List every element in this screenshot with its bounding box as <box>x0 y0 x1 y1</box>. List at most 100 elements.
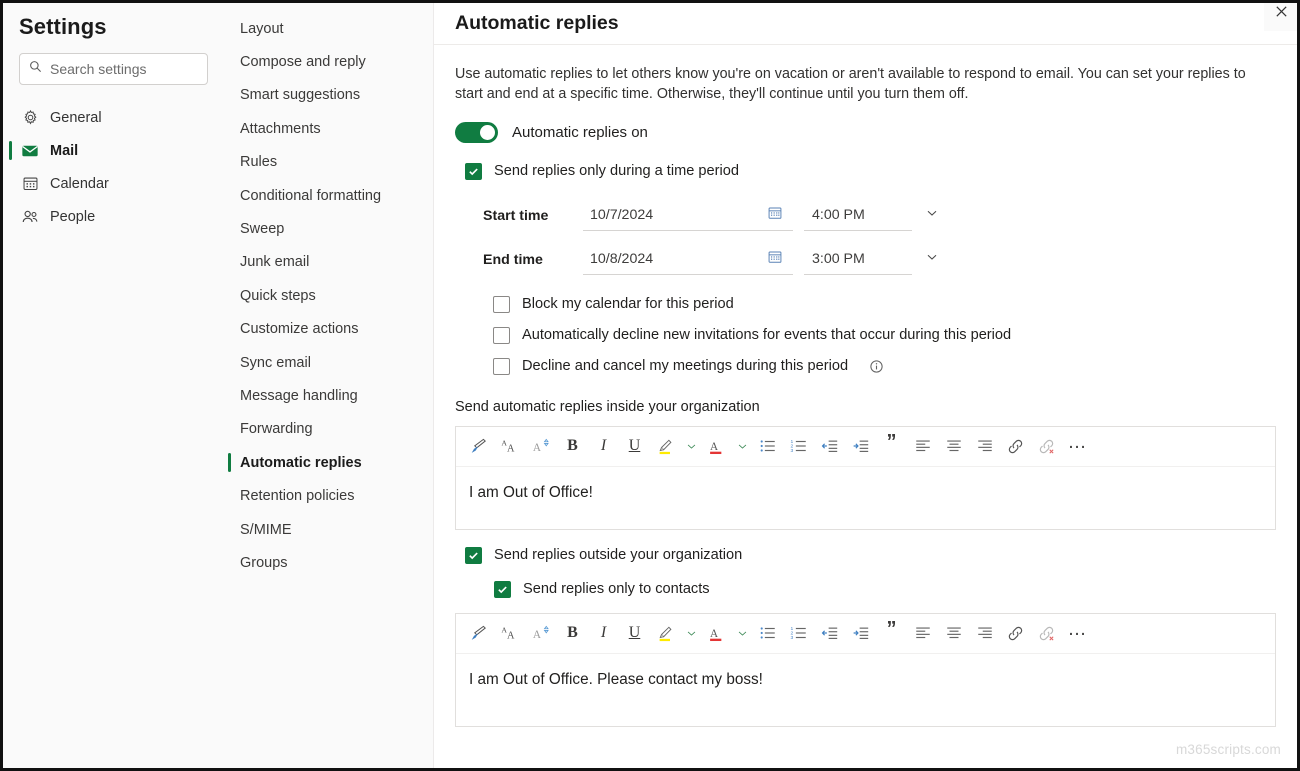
align-left-icon[interactable] <box>907 618 938 649</box>
chevron-down-icon[interactable] <box>925 206 939 225</box>
decline-cancel-checkbox[interactable] <box>493 357 510 375</box>
increase-indent-icon[interactable] <box>845 618 876 649</box>
increase-indent-icon[interactable] <box>845 431 876 462</box>
italic-button[interactable]: I <box>588 618 619 649</box>
bold-button[interactable]: B <box>557 618 588 649</box>
outside-editor-toolbar: A A A B I U A 1 2 3 ” … <box>456 614 1275 654</box>
sidebar-item-people[interactable]: People <box>3 200 224 233</box>
subnav-item-automatic-replies[interactable]: Automatic replies <box>224 446 433 479</box>
highlight-icon[interactable] <box>650 618 681 649</box>
sidebar-item-calendar[interactable]: Calendar <box>3 167 224 200</box>
insert-link-icon[interactable] <box>1000 431 1031 462</box>
subnav-item-compose-and-reply[interactable]: Compose and reply <box>224 45 433 78</box>
align-center-icon[interactable] <box>938 618 969 649</box>
block-calendar-checkbox[interactable] <box>493 295 510 313</box>
remove-link-icon[interactable] <box>1031 431 1062 462</box>
font-color-icon[interactable]: A <box>701 431 732 462</box>
close-button[interactable] <box>1264 3 1297 31</box>
svg-text:A: A <box>507 630 515 641</box>
calendar-icon[interactable] <box>767 249 783 270</box>
subnav-item-attachments[interactable]: Attachments <box>224 112 433 145</box>
more-options-icon[interactable]: … <box>1062 618 1093 649</box>
remove-link-icon[interactable] <box>1031 618 1062 649</box>
chevron-down-icon[interactable] <box>732 431 752 462</box>
search-input[interactable] <box>50 61 198 77</box>
bulleted-list-icon[interactable] <box>752 618 783 649</box>
subnav-item-sync-email[interactable]: Sync email <box>224 346 433 379</box>
bulleted-list-icon[interactable] <box>752 431 783 462</box>
font-grow-icon[interactable]: A <box>526 618 557 649</box>
subnav-item-message-handling[interactable]: Message handling <box>224 379 433 412</box>
insert-link-icon[interactable] <box>1000 618 1031 649</box>
decrease-indent-icon[interactable] <box>814 431 845 462</box>
end-time-input[interactable]: 3:00 PM <box>804 245 912 275</box>
quote-icon[interactable]: ” <box>876 618 907 649</box>
subnav-item-sweep[interactable]: Sweep <box>224 212 433 245</box>
italic-button[interactable]: I <box>588 431 619 462</box>
svg-text:3: 3 <box>790 448 793 454</box>
contacts-only-checkbox[interactable] <box>494 580 511 598</box>
format-painter-icon[interactable] <box>464 618 495 649</box>
font-grow-icon[interactable]: A <box>526 431 557 462</box>
inside-org-editor-body[interactable]: I am Out of Office! <box>456 467 1275 529</box>
align-left-icon[interactable] <box>907 431 938 462</box>
highlight-icon[interactable] <box>650 431 681 462</box>
align-center-icon[interactable] <box>938 431 969 462</box>
subnav-item-rules[interactable]: Rules <box>224 146 433 179</box>
numbered-list-icon[interactable]: 123 <box>783 431 814 462</box>
chevron-down-icon[interactable] <box>925 250 939 269</box>
start-time-label: Start time <box>483 207 549 224</box>
subnav-label: Junk email <box>240 254 310 271</box>
time-period-checkbox[interactable] <box>465 162 482 180</box>
font-size-icon[interactable]: A A <box>495 431 526 462</box>
underline-button[interactable]: U <box>619 431 650 462</box>
subnav-label: Retention policies <box>240 488 355 505</box>
more-options-icon[interactable]: … <box>1062 431 1093 462</box>
start-time-value: 4:00 PM <box>812 207 865 224</box>
decline-cancel-label: Decline and cancel my meetings during th… <box>522 358 849 375</box>
end-date-input[interactable]: 10/8/2024 <box>583 245 793 275</box>
calendar-icon[interactable] <box>767 205 783 226</box>
subnav-item-forwarding[interactable]: Forwarding <box>224 413 433 446</box>
subnav-item-quick-steps[interactable]: Quick steps <box>224 279 433 312</box>
start-time-input[interactable]: 4:00 PM <box>804 201 912 231</box>
start-date-input[interactable]: 10/7/2024 <box>583 201 793 231</box>
subnav-item-smime[interactable]: S/MIME <box>224 513 433 546</box>
quote-icon[interactable]: ” <box>876 431 907 462</box>
svg-text:A: A <box>533 441 542 453</box>
align-right-icon[interactable] <box>969 431 1000 462</box>
outside-org-checkbox[interactable] <box>465 546 482 564</box>
info-icon[interactable] <box>869 359 884 374</box>
settings-rail: Settings General <box>3 3 224 768</box>
decrease-indent-icon[interactable] <box>814 618 845 649</box>
auto-decline-checkbox[interactable] <box>493 326 510 344</box>
bold-button[interactable]: B <box>557 431 588 462</box>
font-color-icon[interactable]: A <box>701 618 732 649</box>
subnav-item-layout[interactable]: Layout <box>224 12 433 45</box>
align-right-icon[interactable] <box>969 618 1000 649</box>
chevron-down-icon[interactable] <box>732 618 752 649</box>
font-size-icon[interactable]: A A <box>495 618 526 649</box>
outside-org-row: Send replies outside your organization <box>465 546 1276 564</box>
subnav-item-smart-suggestions[interactable]: Smart suggestions <box>224 79 433 112</box>
sidebar-item-mail[interactable]: Mail <box>3 134 224 167</box>
subnav-item-junk-email[interactable]: Junk email <box>224 246 433 279</box>
subnav-item-conditional-formatting[interactable]: Conditional formatting <box>224 179 433 212</box>
search-box[interactable] <box>19 53 208 85</box>
subnav-item-customize-actions[interactable]: Customize actions <box>224 313 433 346</box>
outside-org-editor-body[interactable]: I am Out of Office. Please contact my bo… <box>456 654 1275 726</box>
format-painter-icon[interactable] <box>464 431 495 462</box>
subnav-item-groups[interactable]: Groups <box>224 546 433 579</box>
automatic-replies-toggle[interactable] <box>455 121 498 143</box>
subnav-label: Sweep <box>240 221 285 238</box>
chevron-down-icon[interactable] <box>681 431 701 462</box>
sidebar-item-general[interactable]: General <box>3 101 224 134</box>
people-icon <box>21 208 39 226</box>
numbered-list-icon[interactable]: 123 <box>783 618 814 649</box>
underline-button[interactable]: U <box>619 618 650 649</box>
subnav-item-retention-policies[interactable]: Retention policies <box>224 479 433 512</box>
end-time-label: End time <box>483 251 543 268</box>
svg-text:3: 3 <box>790 635 793 641</box>
subnav-label: Customize actions <box>240 321 359 338</box>
chevron-down-icon[interactable] <box>681 618 701 649</box>
